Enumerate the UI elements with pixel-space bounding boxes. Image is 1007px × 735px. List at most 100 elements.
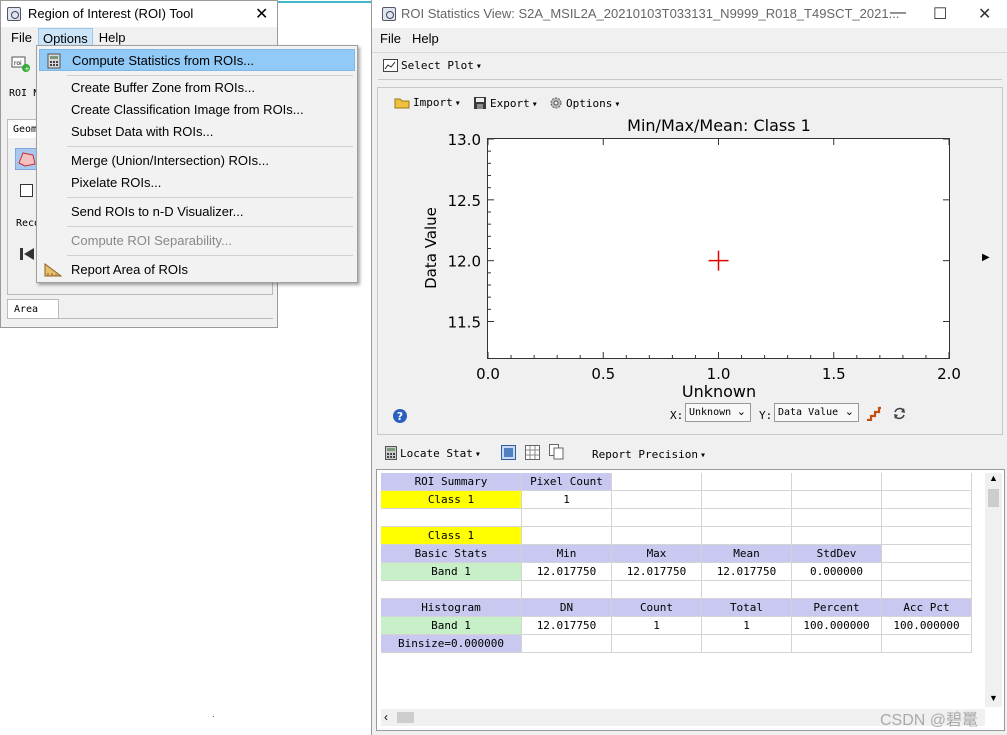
stats-menu-help[interactable]: Help [412,31,439,46]
roi-menu-file[interactable]: File [7,28,36,46]
table-cell[interactable] [522,635,612,653]
table-cell[interactable] [702,509,792,527]
menu-compute-statistics[interactable]: Compute Statistics from ROIs... [39,49,355,71]
minimize-icon[interactable]: — [890,4,906,22]
table-cell[interactable] [612,527,702,545]
help-icon[interactable]: ? [392,408,408,424]
table-cell[interactable] [792,509,882,527]
table-cell[interactable]: 12.017750 [522,563,612,581]
locate-stat-button[interactable]: Locate Stat [385,446,481,460]
table-cell[interactable] [702,527,792,545]
scroll-down-icon[interactable]: ▼ [989,693,998,703]
table-cell[interactable]: Band 1 [381,617,522,635]
expand-panel-arrow-icon[interactable]: ▶ [982,252,990,263]
table-cell[interactable] [882,563,972,581]
table-cell[interactable] [702,635,792,653]
table-cell[interactable]: 1 [612,617,702,635]
table-cell[interactable]: 12.017750 [612,563,702,581]
menu-merge-rois[interactable]: Merge (Union/Intersection) ROIs... [39,150,355,172]
roi-menu-options[interactable]: Options [37,28,93,46]
menu-subset-data[interactable]: Subset Data with ROIs... [39,121,355,143]
table-cell[interactable] [882,491,972,509]
table-cell[interactable] [522,581,612,599]
table-cell[interactable]: Histogram [381,599,522,617]
table-cell[interactable]: Min [522,545,612,563]
table-cell[interactable] [612,509,702,527]
table-cell[interactable]: 100.000000 [882,617,972,635]
refresh-icon[interactable] [892,406,907,421]
menu-report-area[interactable]: Report Area of ROIs [39,259,355,281]
select-plot-button[interactable]: Select Plot [383,59,482,72]
table-cell[interactable]: 1 [702,617,792,635]
menu-pixelate-rois[interactable]: Pixelate ROIs... [39,172,355,194]
table-cell[interactable]: Total [702,599,792,617]
stats-titlebar[interactable]: ROI Statistics View: S2A_MSIL2A_20210103… [372,0,1007,28]
report-precision-button[interactable]: Report Precision [592,448,706,461]
table-cell[interactable] [792,491,882,509]
table-cell[interactable] [792,527,882,545]
table-cell[interactable]: Count [612,599,702,617]
table-cell[interactable]: Binsize=0.000000 [381,635,522,653]
table-cell[interactable]: Mean [702,545,792,563]
table-cell[interactable] [882,509,972,527]
stats-menu-file[interactable]: File [380,31,401,46]
table-cell[interactable]: Band 1 [381,563,522,581]
table-cell[interactable]: 100.000000 [792,617,882,635]
y-axis-select[interactable]: Data Value ⌄ [774,403,859,422]
table-cell[interactable]: ROI Summary [381,473,522,491]
maximize-icon[interactable]: ☐ [933,4,947,24]
table-cell[interactable]: Percent [792,599,882,617]
vertical-scrollbar[interactable]: ▲ ▼ [985,473,1002,707]
table-cell[interactable] [702,581,792,599]
vertical-scroll-thumb[interactable] [988,489,999,507]
table-cell[interactable] [522,527,612,545]
new-roi-icon[interactable]: roi + [11,55,31,73]
roi-menu-help[interactable]: Help [95,28,130,46]
table-cell[interactable] [612,491,702,509]
scroll-left-icon[interactable]: ‹ [384,710,388,724]
x-axis-select[interactable]: Unknown ⌄ [685,403,751,422]
table-cell[interactable] [381,509,522,527]
table-cell[interactable] [882,635,972,653]
menu-create-buffer-zone[interactable]: Create Buffer Zone from ROIs... [39,77,355,99]
menu-create-classification-image[interactable]: Create Classification Image from ROIs... [39,99,355,121]
copy-icon[interactable] [549,444,564,460]
table-cell[interactable] [882,527,972,545]
table-cell[interactable] [702,491,792,509]
table-cell[interactable]: DN [522,599,612,617]
table-cell[interactable] [522,509,612,527]
single-view-icon[interactable] [501,445,516,460]
tab-area[interactable]: Area [7,299,59,319]
table-cell[interactable] [612,635,702,653]
roi-checkbox[interactable] [20,184,33,197]
table-cell[interactable] [792,581,882,599]
menu-send-to-nd-visualizer[interactable]: Send ROIs to n-D Visualizer... [39,201,355,223]
table-cell[interactable] [381,581,522,599]
scroll-up-icon[interactable]: ▲ [989,473,998,483]
table-cell[interactable] [792,635,882,653]
horizontal-scroll-thumb[interactable] [397,712,414,723]
table-cell[interactable] [612,473,702,491]
stairs-icon[interactable] [866,405,882,421]
roi-tool-close-icon[interactable]: ✕ [255,4,268,24]
grid-view-icon[interactable] [525,445,540,460]
table-cell[interactable] [702,473,792,491]
table-cell[interactable] [882,545,972,563]
table-cell[interactable]: 1 [522,491,612,509]
table-cell[interactable]: Class 1 [381,491,522,509]
table-cell[interactable] [792,473,882,491]
roi-tool-titlebar[interactable]: Region of Interest (ROI) Tool ✕ [1,1,277,27]
table-cell[interactable]: Class 1 [381,527,522,545]
close-icon[interactable]: ✕ [978,4,991,24]
first-record-icon[interactable] [19,246,37,262]
table-cell[interactable]: StdDev [792,545,882,563]
table-cell[interactable] [612,581,702,599]
table-cell[interactable] [882,581,972,599]
table-cell[interactable]: 0.000000 [792,563,882,581]
table-cell[interactable]: Basic Stats [381,545,522,563]
table-cell[interactable]: 12.017750 [522,617,612,635]
table-cell[interactable]: 12.017750 [702,563,792,581]
table-cell[interactable]: Pixel Count [522,473,612,491]
table-cell[interactable] [882,473,972,491]
table-cell[interactable]: Max [612,545,702,563]
